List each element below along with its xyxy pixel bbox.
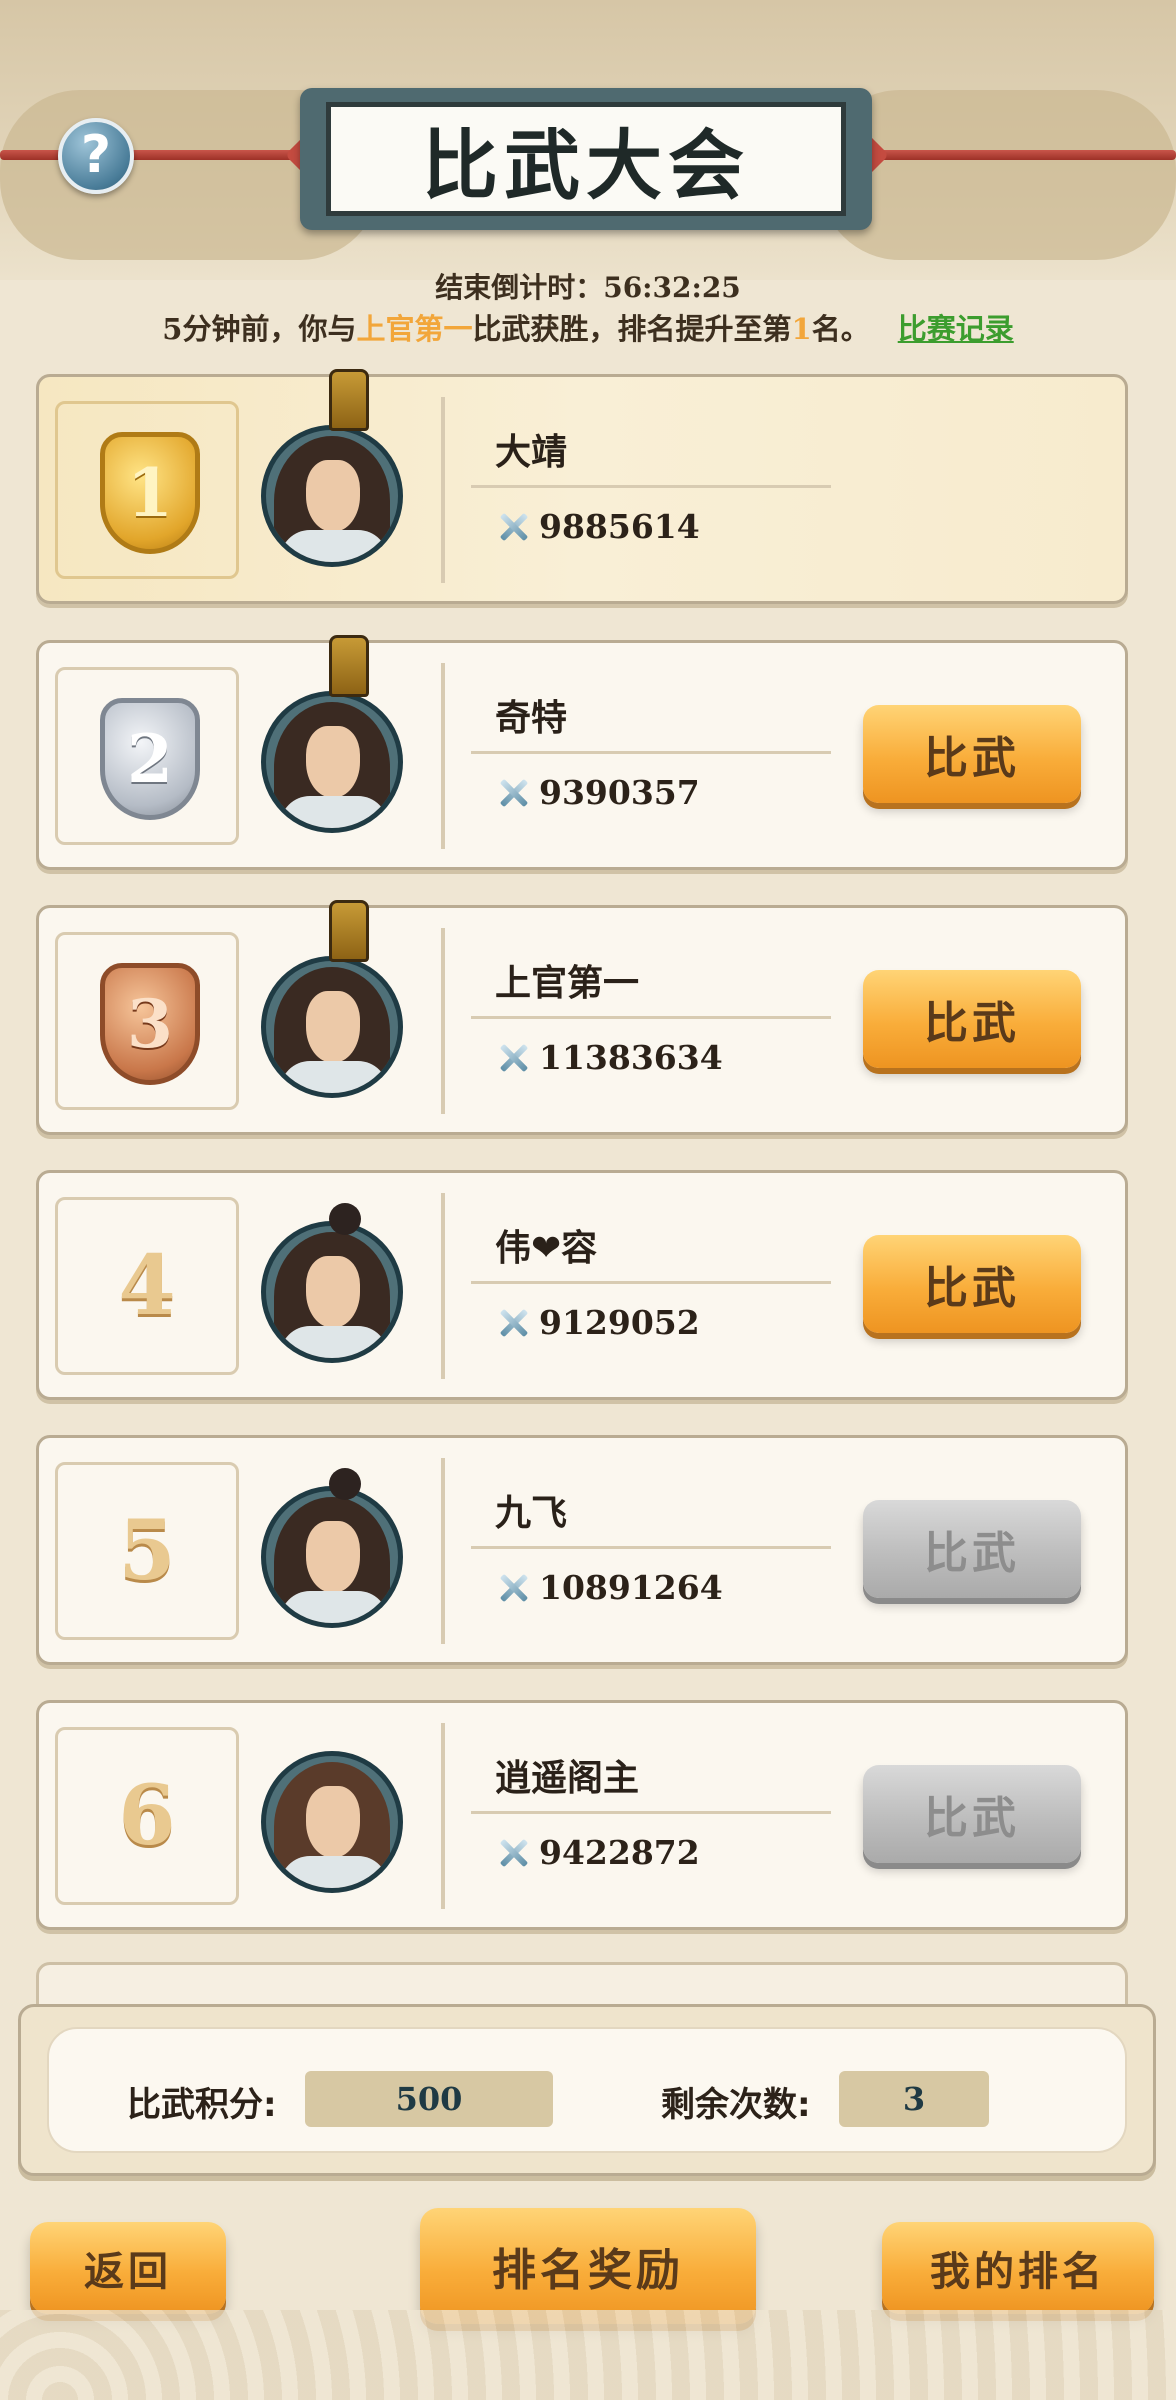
- power-value: 9885614: [539, 507, 700, 546]
- news-rank: 1: [791, 312, 812, 346]
- challenge-button[interactable]: 比武: [863, 705, 1081, 803]
- title-plate: 比武大会: [300, 88, 872, 230]
- avatar[interactable]: [261, 1486, 403, 1628]
- ranking-row: 3 上官第一 11383634 比武: [36, 900, 1128, 1135]
- combat-power: 9390357: [495, 773, 700, 812]
- player-name: 伟❤容: [495, 1228, 598, 1269]
- avatar[interactable]: [261, 1751, 403, 1893]
- rank-number: 2: [127, 720, 173, 798]
- ranking-row: 2 奇特 9390357 比武: [36, 635, 1128, 870]
- crossed-swords-icon: [495, 1569, 533, 1607]
- stats-panel: 比武积分: 500 剩余次数: 3: [18, 2004, 1156, 2176]
- title-frame: 比武大会: [326, 102, 846, 216]
- avatar[interactable]: [261, 1221, 403, 1363]
- avatar[interactable]: [261, 425, 403, 567]
- news-middle: 比武获胜，排名提升至第: [472, 312, 792, 346]
- points-label: 比武积分:: [127, 2085, 277, 2125]
- ranking-row: 4 伟❤容 9129052 比武: [36, 1170, 1128, 1400]
- remaining-label: 剩余次数:: [661, 2085, 811, 2125]
- power-value: 9390357: [539, 773, 700, 812]
- player-info: 上官第一 11383634: [441, 928, 831, 1114]
- ranking-row: 1 大靖 9885614: [36, 369, 1128, 604]
- countdown-label: 结束倒计时：: [435, 271, 604, 304]
- rank-box: 1: [55, 401, 239, 579]
- battle-news: 5分钟前，你与上官第一比武获胜，排名提升至第1名。 比赛记录: [0, 306, 1176, 348]
- hair-crown-icon: [329, 900, 369, 962]
- player-info: 大靖 9885614: [441, 397, 831, 583]
- news-opponent: 上官第一: [356, 312, 473, 346]
- hair-crown-icon: [329, 635, 369, 697]
- remaining-value: 3: [839, 2071, 989, 2127]
- cloud-decoration: [820, 90, 1176, 260]
- rank-number: 5: [118, 1503, 176, 1599]
- rank-box: 5: [55, 1462, 239, 1640]
- hair-crown-icon: [329, 369, 369, 431]
- player-info: 奇特 9390357: [441, 663, 831, 849]
- rank-box: 4: [55, 1197, 239, 1375]
- player-info: 九飞 10891264: [441, 1458, 831, 1644]
- player-info: 伟❤容 9129052: [441, 1193, 831, 1379]
- rank-number: 3: [127, 985, 173, 1063]
- player-name: 奇特: [495, 698, 568, 739]
- power-value: 11383634: [539, 1038, 723, 1077]
- player-info: 逍遥阁主 9422872: [441, 1723, 831, 1909]
- hair-bun-icon: [329, 1203, 361, 1235]
- power-value: 9129052: [539, 1303, 700, 1342]
- crossed-swords-icon: [495, 1304, 533, 1342]
- match-record-link[interactable]: 比赛记录: [898, 312, 1014, 346]
- rank-number: 6: [118, 1768, 176, 1864]
- power-value: 10891264: [539, 1568, 723, 1607]
- silver-medal-icon: 2: [100, 698, 200, 820]
- wave-decoration: [0, 2310, 1176, 2400]
- player-name: 逍遥阁主: [495, 1758, 640, 1799]
- ranking-row: 6 逍遥阁主 9422872 比武: [36, 1700, 1128, 1930]
- help-button[interactable]: ?: [58, 118, 134, 194]
- gold-medal-icon: 1: [100, 432, 200, 554]
- challenge-button-disabled[interactable]: 比武: [863, 1765, 1081, 1863]
- combat-power: 9885614: [495, 507, 700, 546]
- combat-power: 10891264: [495, 1568, 723, 1607]
- combat-power: 9422872: [495, 1833, 700, 1872]
- combat-power: 11383634: [495, 1038, 723, 1077]
- news-prefix: 5分钟前，你与: [162, 312, 357, 346]
- crossed-swords-icon: [495, 508, 533, 546]
- challenge-button-disabled[interactable]: 比武: [863, 1500, 1081, 1598]
- rank-box: 2: [55, 667, 239, 845]
- points-value: 500: [305, 2071, 553, 2127]
- ranking-row: 5 九飞 10891264 比武: [36, 1435, 1128, 1665]
- player-name: 大靖: [495, 432, 568, 473]
- crossed-swords-icon: [495, 1039, 533, 1077]
- rank-box: 3: [55, 932, 239, 1110]
- crossed-swords-icon: [495, 1834, 533, 1872]
- avatar[interactable]: [261, 691, 403, 833]
- page-title: 比武大会: [422, 121, 750, 210]
- news-suffix: 名。: [811, 312, 870, 346]
- bronze-medal-icon: 3: [100, 963, 200, 1085]
- countdown: 结束倒计时：56:32:25: [0, 266, 1176, 306]
- countdown-value: 56:32:25: [603, 271, 741, 304]
- hair-bun-icon: [329, 1468, 361, 1500]
- power-value: 9422872: [539, 1833, 700, 1872]
- crossed-swords-icon: [495, 774, 533, 812]
- rank-reward-button[interactable]: 排名奖励: [420, 2208, 756, 2324]
- challenge-button[interactable]: 比武: [863, 970, 1081, 1068]
- back-button[interactable]: 返回: [30, 2222, 226, 2314]
- combat-power: 9129052: [495, 1303, 700, 1342]
- avatar[interactable]: [261, 956, 403, 1098]
- stats-inner: 比武积分: 500 剩余次数: 3: [47, 2027, 1127, 2153]
- rank-number: 1: [127, 454, 173, 532]
- my-rank-button[interactable]: 我的排名: [882, 2222, 1154, 2314]
- player-name: 上官第一: [495, 963, 640, 1004]
- rank-number: 4: [118, 1238, 176, 1334]
- rank-box: 6: [55, 1727, 239, 1905]
- challenge-button[interactable]: 比武: [863, 1235, 1081, 1333]
- player-name: 九飞: [495, 1493, 568, 1534]
